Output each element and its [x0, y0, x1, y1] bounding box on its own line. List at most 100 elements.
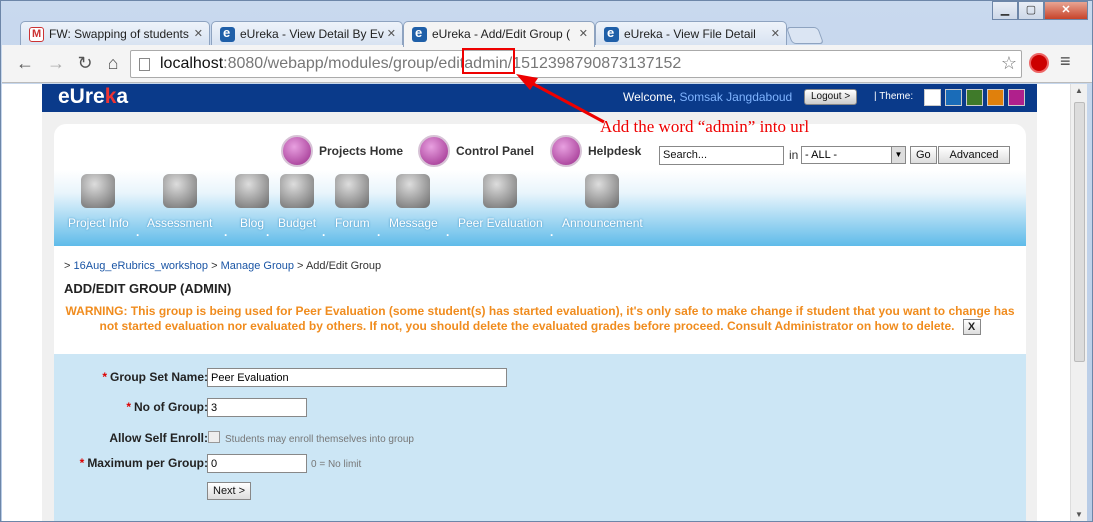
tab-view-detail[interactable]: eUreka - View Detail By Ev ✕ [211, 21, 403, 46]
new-tab-button[interactable] [785, 27, 825, 44]
module-menu: Project Info . Assessment . Blog . Budge… [54, 170, 1026, 246]
group-set-name-input[interactable]: Peer Evaluation [207, 368, 507, 387]
menu-label: Blog [239, 216, 265, 230]
scroll-up-arrow-icon[interactable]: ▲ [1075, 86, 1083, 95]
page-viewport: eUreka Welcome, Somsak Jangdaboud Logout… [2, 84, 1070, 521]
control-panel-label: Control Panel [456, 144, 535, 158]
theme-swatch-blue[interactable] [945, 89, 962, 106]
url-text[interactable]: localhost:8080/webapp/modules/group/edit… [160, 55, 681, 73]
scrollbar-thumb[interactable] [1074, 102, 1085, 362]
breadcrumb-manage-group-link[interactable]: Manage Group [221, 260, 294, 272]
theme-swatch-purple[interactable] [1008, 89, 1025, 106]
breadcrumb-current: Add/Edit Group [305, 260, 382, 272]
back-arrow-icon[interactable]: ← [14, 52, 36, 74]
reload-icon[interactable]: ↻ [74, 52, 96, 74]
label-text: No of Group: [134, 400, 208, 414]
helpdesk-link[interactable]: Helpdesk [550, 135, 641, 167]
breadcrumb-course-link[interactable]: 16Aug_eRubrics_workshop [74, 260, 209, 272]
home-icon[interactable]: ⌂ [102, 52, 124, 74]
projects-home-label: Projects Home [319, 144, 404, 158]
menu-budget[interactable]: Budget [278, 174, 316, 230]
projects-home-link[interactable]: Projects Home [281, 135, 403, 167]
minimize-button[interactable]: ▁ [992, 1, 1018, 20]
extension-icon[interactable] [1029, 53, 1049, 73]
vertical-scrollbar[interactable]: ▲ ▼ [1070, 84, 1087, 521]
next-button[interactable]: Next > [207, 482, 252, 500]
home-icon [281, 135, 313, 167]
breadcrumb-sep: > [211, 260, 218, 272]
logout-button[interactable]: Logout > [804, 89, 858, 105]
go-button[interactable]: Go [910, 146, 937, 164]
menu-forum[interactable]: Forum [335, 174, 370, 230]
allow-self-enroll-label: Allow Self Enroll: [109, 431, 208, 445]
search-input[interactable]: Search... [659, 146, 784, 165]
user-name-link[interactable]: Somsak Jangdaboud [679, 90, 792, 104]
close-window-button[interactable]: ✕ [1044, 1, 1088, 20]
tab-view-file[interactable]: eUreka - View File Detail ✕ [595, 21, 787, 46]
max-per-group-label: * Maximum per Group: [80, 456, 208, 470]
menu-blog[interactable]: Blog [235, 174, 269, 230]
tab-gmail[interactable]: FW: Swapping of students ✕ [20, 21, 210, 46]
close-icon[interactable]: ✕ [771, 27, 780, 40]
menu-assessment[interactable]: Assessment [147, 174, 212, 230]
close-icon[interactable]: ✕ [194, 27, 203, 40]
warning-message: WARNING: This group is being used for Pe… [54, 304, 1026, 335]
maximize-button[interactable]: ▢ [1018, 1, 1044, 20]
theme-swatch-green[interactable] [966, 89, 983, 106]
menu-announcement[interactable]: Announcement [562, 174, 643, 230]
advanced-button[interactable]: Advanced [938, 146, 1010, 164]
scroll-down-arrow-icon[interactable]: ▼ [1075, 510, 1083, 519]
site-header: eUreka Welcome, Somsak Jangdaboud Logout… [42, 84, 1037, 112]
no-of-group-label: * No of Group: [126, 400, 208, 414]
window-controls: ▁ ▢ ✕ [992, 1, 1088, 21]
browser-toolbar: ← → ↻ ⌂ localhost:8080/webapp/modules/gr… [2, 45, 1092, 83]
welcome-text: Welcome, Somsak Jangdaboud [623, 90, 792, 104]
logo-text-end: a [116, 85, 129, 108]
menu-label: Forum [335, 216, 370, 230]
tab-strip: FW: Swapping of students ✕ eUreka - View… [1, 1, 1093, 47]
peer-evaluation-icon [483, 174, 518, 208]
url-path: :8080/webapp/modules/group/edit [223, 55, 465, 72]
menu-label: Project Info [68, 216, 129, 230]
tab-title: eUreka - View Detail By Ev [240, 27, 384, 41]
page-icon [139, 58, 150, 71]
money-bag-icon [280, 174, 315, 208]
helpdesk-label: Helpdesk [588, 144, 642, 158]
label-text: Maximum per Group: [87, 456, 208, 470]
menu-project-info[interactable]: Project Info [68, 174, 129, 230]
forward-arrow-icon[interactable]: → [45, 52, 67, 74]
menu-message[interactable]: Message [389, 174, 438, 230]
logo-text: eUre [58, 85, 105, 108]
no-of-group-input[interactable]: 3 [207, 398, 307, 417]
menu-icon[interactable]: ≡ [1060, 51, 1071, 72]
allow-self-enroll-hint: Students may enroll themselves into grou… [225, 434, 414, 445]
scope-value: - ALL - [805, 149, 837, 161]
logo-text-k: k [104, 85, 117, 108]
breadcrumb-sep: > [297, 260, 304, 272]
allow-self-enroll-checkbox[interactable] [208, 431, 220, 443]
eureka-icon [604, 25, 619, 42]
close-warning-button[interactable]: X [962, 319, 981, 335]
search-in-label: in [789, 148, 799, 162]
control-panel-link[interactable]: Control Panel [418, 135, 534, 167]
menu-peer-evaluation[interactable]: Peer Evaluation [458, 174, 543, 230]
address-bar[interactable]: localhost:8080/webapp/modules/group/edit… [130, 50, 1022, 78]
max-per-group-input[interactable]: 0 [207, 454, 307, 473]
eureka-logo[interactable]: eUreka [58, 85, 128, 109]
bookmark-star-icon[interactable]: ☆ [1001, 53, 1017, 74]
blog-icon [235, 174, 269, 208]
close-icon[interactable]: ✕ [579, 27, 588, 40]
chevron-down-icon: ▼ [891, 147, 905, 163]
site-body: Projects Home Control Panel Helpdesk Sea… [42, 112, 1037, 521]
breadcrumb-sep: > [64, 260, 71, 272]
theme-swatch-white[interactable] [924, 89, 941, 106]
theme-swatch-orange[interactable] [987, 89, 1004, 106]
project-info-icon [81, 174, 116, 208]
menu-label: Message [389, 216, 438, 230]
tab-add-edit-group[interactable]: eUreka - Add/Edit Group ( ✕ [403, 21, 595, 47]
speaker-icon [585, 174, 620, 208]
menu-label: Announcement [562, 216, 643, 230]
close-icon[interactable]: ✕ [387, 27, 396, 40]
annotation-text: Add the word “admin” into url [600, 117, 810, 136]
search-scope-select[interactable]: - ALL - ▼ [801, 146, 906, 164]
